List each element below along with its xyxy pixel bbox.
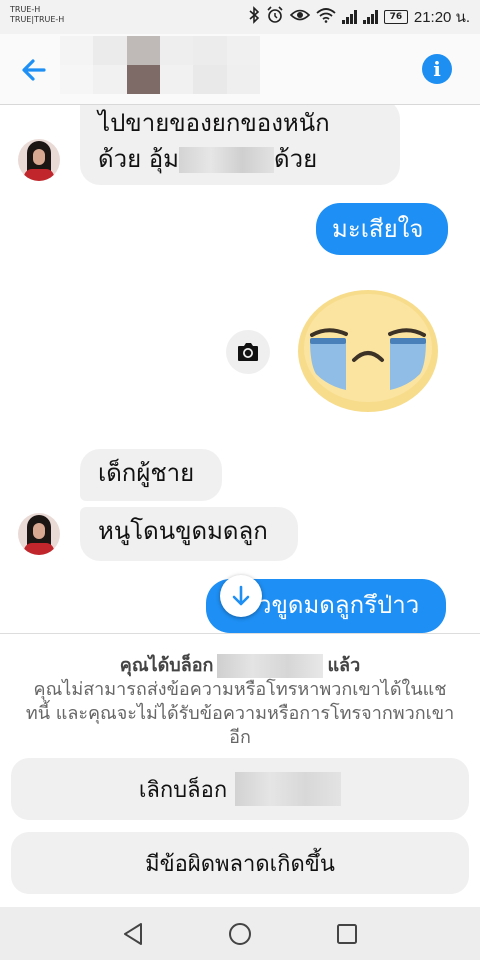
carrier-line-2: TRUE|TRUE-H: [10, 15, 65, 24]
message-text-fragment: ด้วย อุ้ม: [98, 145, 179, 173]
chat-header: i: [0, 34, 480, 105]
redacted-name: [217, 654, 324, 678]
system-navigation-bar: [0, 907, 480, 960]
status-icons: 76 21:20 น.: [248, 6, 470, 28]
signal-icon-2: [362, 10, 378, 24]
contact-name-redacted[interactable]: [60, 36, 260, 94]
message-text: มะเสียใจ: [332, 215, 424, 243]
redacted-name: [179, 147, 274, 173]
info-button[interactable]: i: [422, 54, 452, 84]
crying-face-sticker[interactable]: [298, 290, 438, 412]
clock: 21:20 น.: [413, 9, 470, 26]
square-recents-icon: [337, 924, 357, 944]
message-bubble-outgoing[interactable]: มะเสียใจ: [316, 203, 448, 255]
message-text: หนูโดนขูดมดลูก: [98, 517, 268, 545]
message-text: วขูดมดลูกรึป่าว: [258, 591, 420, 619]
message-bubble-incoming[interactable]: ไปขายของยกของหนัก ด้วย อุ้ม ด้วย: [80, 105, 400, 185]
camera-button[interactable]: [226, 330, 270, 374]
blocked-notice-panel: คุณได้บล็อก แล้ว คุณไม่สามารถส่งข้อความหร…: [0, 633, 480, 908]
info-icon: i: [433, 57, 441, 81]
error-label: มีข้อผิดพลาดเกิดขึ้น: [145, 851, 335, 877]
status-bar: TRUE-H TRUE|TRUE-H 76 21:20 น.: [0, 0, 480, 34]
message-text-fragment: ด้วย: [274, 145, 318, 173]
message-text-line: ด้วย อุ้ม ด้วย: [98, 141, 382, 177]
camera-icon: [238, 343, 258, 361]
eye-icon: [289, 8, 310, 26]
message-text-line: ไปขายของยกของหนัก: [98, 109, 330, 137]
unblock-button[interactable]: เลิกบล็อก: [11, 758, 469, 820]
signal-icon: [341, 10, 357, 24]
nav-recents-button[interactable]: [332, 919, 362, 949]
triangle-back-icon: [124, 923, 142, 945]
redacted-name: [235, 772, 342, 806]
contact-avatar[interactable]: [18, 513, 60, 555]
carrier-label: TRUE-H TRUE|TRUE-H: [10, 5, 64, 25]
battery-icon: 76: [383, 10, 408, 24]
blocked-description: คุณไม่สามารถส่งข้อความหรือโทรหาพวกเขาได้…: [25, 679, 455, 748]
blocked-title: คุณได้บล็อก แล้ว: [0, 650, 480, 679]
unblock-label: เลิกบล็อก: [138, 777, 228, 803]
arrow-down-icon: [232, 585, 250, 606]
carrier-line-1: TRUE-H: [10, 5, 41, 14]
message-bubble-incoming[interactable]: หนูโดนขูดมดลูก: [80, 507, 298, 561]
message-list[interactable]: ไปขายของยกของหนัก ด้วย อุ้ม ด้วย มะเสียใจ: [0, 105, 480, 633]
message-text: เด็กผู้ชาย: [98, 459, 195, 487]
wifi-icon: [316, 7, 336, 27]
scroll-to-bottom-button[interactable]: [220, 575, 262, 617]
error-button[interactable]: มีข้อผิดพลาดเกิดขึ้น: [11, 832, 469, 894]
arrow-left-icon: [22, 59, 46, 81]
circle-home-icon: [229, 923, 251, 945]
crying-face-icon: [298, 290, 438, 412]
contact-avatar[interactable]: [18, 139, 60, 181]
back-button[interactable]: [18, 54, 50, 86]
alarm-icon: [266, 6, 284, 28]
bluetooth-icon: [248, 6, 260, 28]
nav-back-button[interactable]: [119, 919, 149, 949]
blocked-title-suffix: แล้ว: [327, 655, 361, 676]
nav-home-button[interactable]: [225, 919, 255, 949]
blocked-title-prefix: คุณได้บล็อก: [119, 655, 214, 676]
message-bubble-incoming[interactable]: เด็กผู้ชาย: [80, 449, 222, 501]
